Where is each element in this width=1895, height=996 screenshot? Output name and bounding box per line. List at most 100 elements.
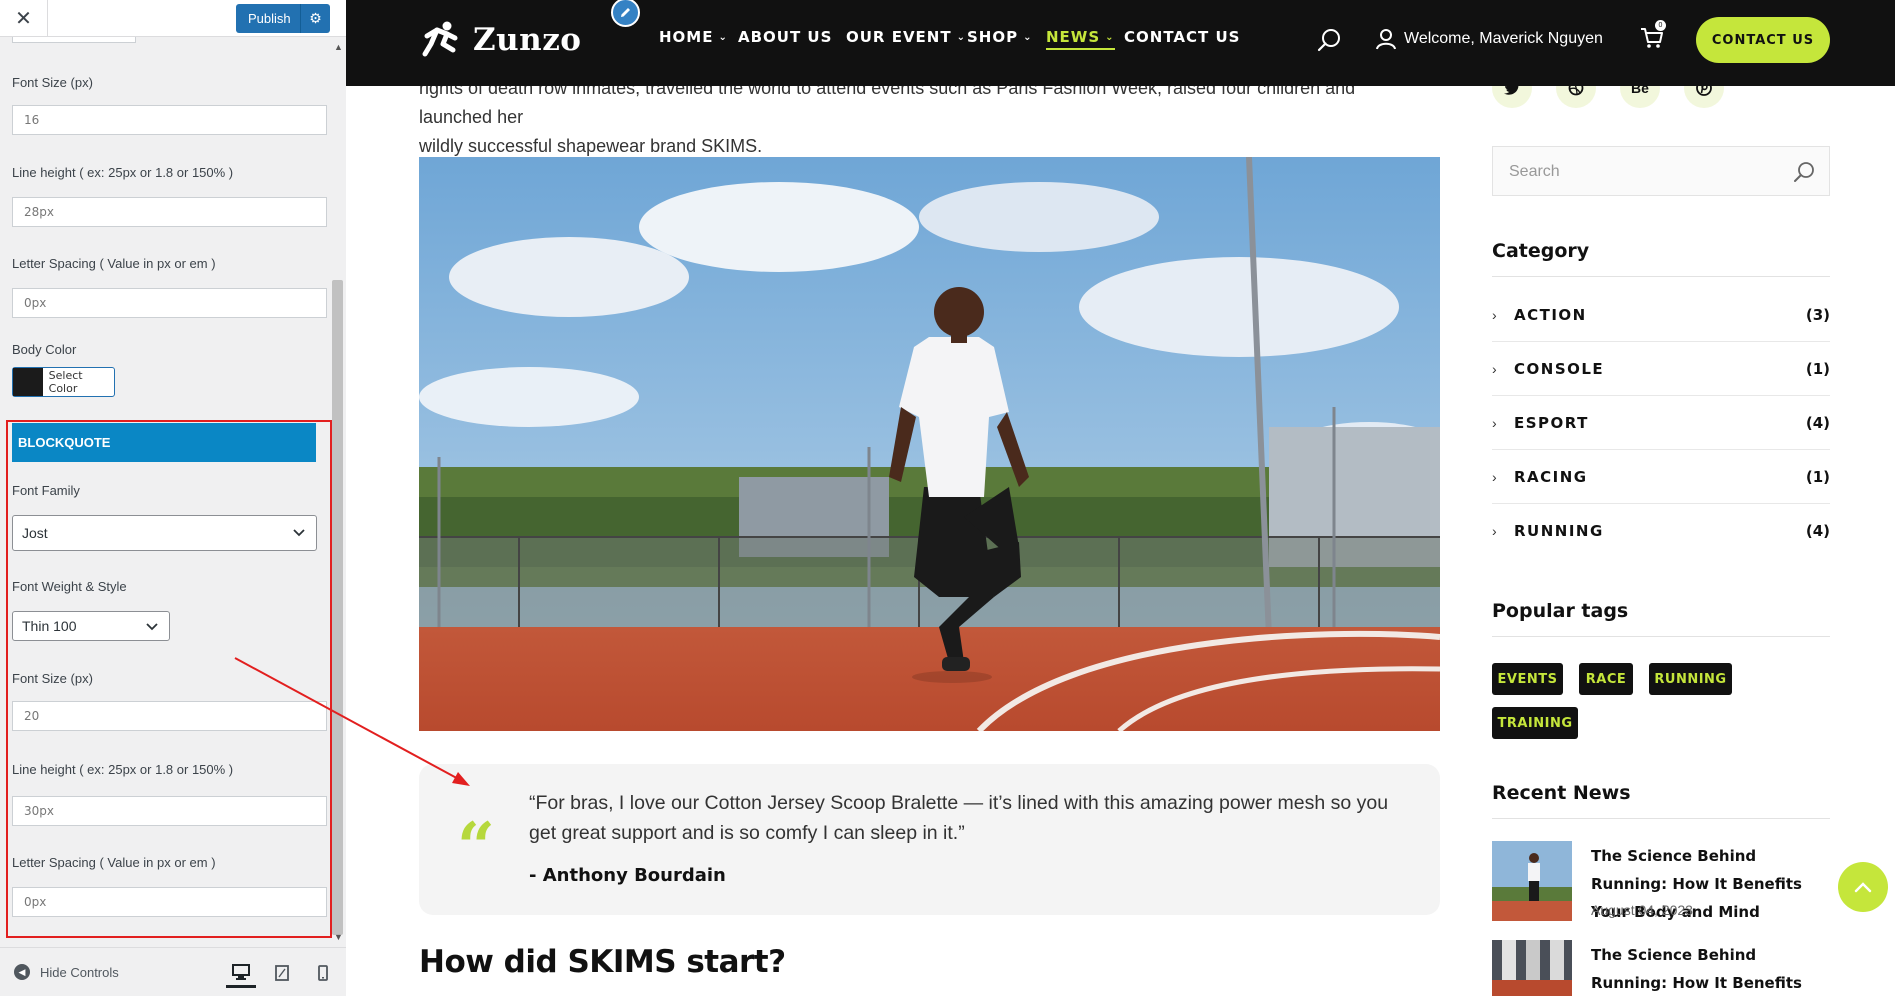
blockquote-font-family-select[interactable]: Jost <box>12 515 317 551</box>
welcome-text: Welcome, Maverick Nguyen <box>1404 30 1603 47</box>
category-item-console[interactable]: › CONSOLE (1) <box>1492 342 1830 396</box>
category-count: (3) <box>1805 305 1830 324</box>
search-icon[interactable] <box>1793 161 1815 183</box>
hide-controls-label: Hide Controls <box>40 964 119 980</box>
customizer-panel: ✕ Publish ⚙ Font Size (px) 16 Line heigh… <box>0 0 346 996</box>
blockquote-section-header: BLOCKQUOTE <box>12 423 316 462</box>
category-count: (4) <box>1805 413 1830 432</box>
header-search-icon[interactable] <box>1316 27 1342 58</box>
nav-shop-label: SHOP <box>967 28 1019 46</box>
body-color-picker-button[interactable]: Select Color <box>12 367 115 397</box>
chevron-right-icon: › <box>1492 523 1497 539</box>
blockquote-font-weight-label: Font Weight & Style <box>12 579 127 594</box>
chevron-right-icon: › <box>1492 414 1497 431</box>
blockquote-font-size-input[interactable]: 20 <box>12 701 327 731</box>
sidebar-search-input[interactable]: Search <box>1492 146 1830 196</box>
blockquote-line-height-input[interactable]: 30px <box>12 796 327 826</box>
preview-desktop-button[interactable] <box>226 958 256 988</box>
recent-news-thumbnail[interactable] <box>1492 940 1572 996</box>
nav-home-label: HOME <box>659 28 714 46</box>
category-name: ESPORT <box>1514 413 1589 432</box>
tag-training[interactable]: TRAINING <box>1492 707 1578 739</box>
category-name: ACTION <box>1514 305 1587 324</box>
header-contact-button[interactable]: CONTACT US <box>1696 17 1830 63</box>
font-family-value: Jost <box>22 525 48 541</box>
nav-home[interactable]: HOME ⌄ <box>659 28 728 46</box>
chevron-down-icon <box>146 623 158 631</box>
category-item-racing[interactable]: › RACING (1) <box>1492 450 1830 504</box>
widget-divider <box>1492 818 1830 819</box>
nav-shop[interactable]: SHOP ⌄ <box>967 28 1033 46</box>
nav-our-event[interactable]: OUR EVENT ⌄ <box>846 28 966 46</box>
recent-news-thumbnail[interactable] <box>1492 841 1572 921</box>
category-name: CONSOLE <box>1514 359 1605 378</box>
close-customizer-button[interactable]: ✕ <box>0 0 48 37</box>
partial-input[interactable] <box>12 37 136 43</box>
collapse-arrow-icon: ◀ <box>14 964 30 980</box>
hide-controls-button[interactable]: ◀ Hide Controls <box>14 964 119 980</box>
category-name: RUNNING <box>1514 522 1604 540</box>
scroll-down-arrow-icon[interactable]: ▼ <box>334 932 343 942</box>
publish-label: Publish <box>248 11 291 26</box>
publish-settings-gear-icon[interactable]: ⚙ <box>300 4 330 33</box>
tag-race[interactable]: RACE <box>1579 663 1633 695</box>
user-welcome-link[interactable]: Welcome, Maverick Nguyen <box>1376 28 1603 50</box>
chevron-down-icon: ⌄ <box>1105 31 1115 43</box>
body-font-size-label: Font Size (px) <box>12 75 93 90</box>
category-widget-title: Category <box>1492 240 1590 262</box>
chevron-up-icon <box>1854 882 1872 893</box>
tags-widget-title: Popular tags <box>1492 600 1629 622</box>
customizer-header: ✕ Publish ⚙ <box>0 0 346 37</box>
body-letter-spacing-input[interactable]: 0px <box>12 288 327 318</box>
preview-tablet-button[interactable] <box>267 958 297 988</box>
logo-text: Zunzo <box>473 22 582 58</box>
blockquote-font-size-label: Font Size (px) <box>12 671 93 686</box>
category-name: RACING <box>1514 467 1588 486</box>
nav-contact-us[interactable]: CONTACT US <box>1124 28 1240 46</box>
body-color-label: Body Color <box>12 342 77 357</box>
nav-about-label: ABOUT US <box>738 28 833 46</box>
category-item-action[interactable]: › ACTION (3) <box>1492 288 1830 342</box>
publish-button[interactable]: Publish ⚙ <box>236 4 330 33</box>
nav-our-event-label: OUR EVENT <box>846 28 952 46</box>
user-icon <box>1376 29 1396 50</box>
chevron-down-icon <box>293 529 305 537</box>
category-item-running[interactable]: › RUNNING (4) <box>1492 504 1830 558</box>
body-line-height-input[interactable]: 28px <box>12 197 327 227</box>
panel-scrollbar-thumb[interactable] <box>332 280 343 935</box>
search-placeholder: Search <box>1509 163 1560 180</box>
recent-news-title-link[interactable]: The Science Behind Running: How It Benef… <box>1591 941 1831 996</box>
nav-about-us[interactable]: ABOUT US <box>738 28 832 46</box>
blockquote-letter-spacing-input[interactable]: 0px <box>12 887 327 917</box>
edit-shortcut-pencil-icon[interactable] <box>611 0 640 27</box>
site-header: Zunzo HOME ⌄ ABOUT US OUR EVENT ⌄ SHOP ⌄ NE… <box>346 0 1895 86</box>
article-intro-text: rights of death row inmates, travelled t… <box>419 74 1419 161</box>
blockquote: “ “For bras, I love our Cotton Jersey Sc… <box>419 764 1440 915</box>
widget-divider <box>1492 636 1830 637</box>
customizer-footer: ◀ Hide Controls <box>0 947 346 996</box>
blockquote-author: - Anthony Bourdain <box>529 865 726 886</box>
category-count: (4) <box>1805 522 1830 540</box>
nav-news-label: NEWS <box>1046 28 1101 46</box>
category-count: (1) <box>1805 467 1830 486</box>
body-font-size-input[interactable]: 16 <box>12 105 327 135</box>
body-line-height-label: Line height ( ex: 25px or 1.8 or 150% ) <box>12 165 234 180</box>
close-icon: ✕ <box>15 8 32 30</box>
recent-news-date: August 04, 2023 <box>1591 902 1693 918</box>
tablet-icon <box>275 965 289 981</box>
chevron-down-icon: ⌄ <box>1023 31 1033 43</box>
tag-running[interactable]: RUNNING <box>1649 663 1732 695</box>
chevron-down-icon: ⌄ <box>956 31 966 43</box>
mobile-icon <box>318 965 328 981</box>
article-section-heading: How did SKIMS start? <box>419 944 786 980</box>
tag-events[interactable]: EVENTS <box>1492 663 1563 695</box>
preview-mobile-button[interactable] <box>308 958 338 988</box>
category-item-esport[interactable]: › ESPORT (4) <box>1492 396 1830 450</box>
nav-news[interactable]: NEWS ⌄ <box>1046 28 1115 50</box>
scroll-to-top-button[interactable] <box>1838 862 1888 912</box>
blockquote-font-weight-select[interactable]: Thin 100 <box>12 611 170 641</box>
blockquote-line-height-label: Line height ( ex: 25px or 1.8 or 150% ) <box>12 762 234 777</box>
site-logo[interactable]: Zunzo <box>421 20 582 60</box>
scroll-up-arrow-icon[interactable]: ▲ <box>334 42 343 52</box>
recent-news-title: Recent News <box>1492 782 1631 804</box>
